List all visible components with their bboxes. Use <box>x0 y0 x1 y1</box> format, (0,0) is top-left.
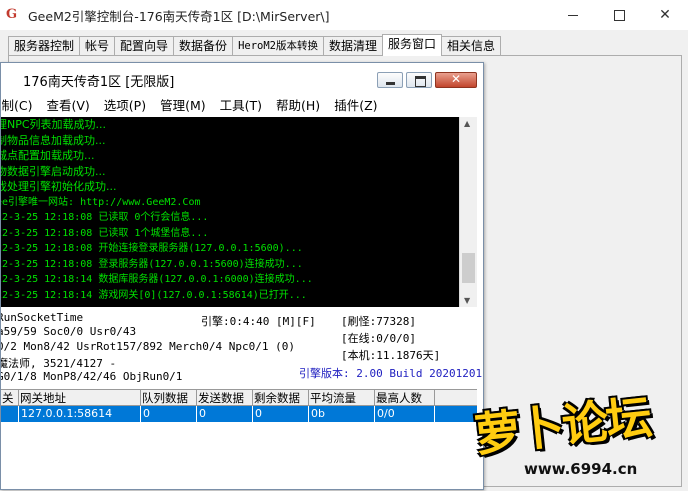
tab-bar: 服务器控制 帐号 配置向导 数据备份 HeroM2版本转换 数据清理 服务窗口 … <box>8 34 502 56</box>
server-window-titlebar: 176南天传奇1区 [无限版] <box>1 63 483 93</box>
log-line: 22-3-25 12:18:14 数据库服务器(127.0.0.1:6000)连… <box>1 274 313 285</box>
status-line3: 0/2 Mon8/42 UsrRot157/892 Merch0/4 Npc0/… <box>0 340 296 353</box>
tab-account[interactable]: 帐号 <box>79 36 116 56</box>
table-cell: 0/0 <box>375 406 435 422</box>
inner-close-button[interactable] <box>435 72 477 88</box>
log-line: 22-3-25 12:18:08 已读取 1个城堡信息... <box>1 227 209 239</box>
inner-maximize-button[interactable] <box>406 72 432 88</box>
status-line2: a59/59 Soc0/0 Usr0/43 <box>0 325 137 338</box>
status-line4: 魔法师, 3521/4127 - <box>0 357 117 370</box>
tab-herom2-convert[interactable]: HeroM2版本转换 <box>232 36 324 56</box>
menu-tools[interactable]: 工具(T) <box>220 95 262 114</box>
inner-minimize-button[interactable] <box>377 72 403 88</box>
col-header[interactable]: 最高人数 <box>375 390 435 406</box>
table-cell: 0 <box>253 406 309 422</box>
log-line: 22-3-25 12:18:14 游戏网关[0](127.0.0.1:58614… <box>1 289 307 301</box>
close-button[interactable]: ✕ <box>642 0 688 30</box>
log-console[interactable]: 理NPC列表加载成功... 制物品信息加载成功... 城点配置加载成功... 物… <box>1 117 459 307</box>
log-line: 戏处理引擎初始化成功... <box>1 180 117 193</box>
col-header[interactable]: 剩余数据 <box>253 390 309 406</box>
table-cell <box>1 406 19 422</box>
tab-config-wizard[interactable]: 配置向导 <box>114 36 175 56</box>
log-line: 22-3-25 12:18:08 开始连接登录服务器(127.0.0.1:560… <box>1 243 303 254</box>
status-refresh: [刷怪:77328] <box>341 315 416 328</box>
status-online: [在线:0/0/0] <box>341 332 416 345</box>
tab-related-info[interactable]: 相关信息 <box>441 36 502 56</box>
status-panel: RunSocketTime 引擎:0:4:40 [M][F] [刷怪:77328… <box>0 309 482 385</box>
log-line: 22-3-25 12:18:08 已读取 0个行会信息... <box>1 212 209 223</box>
log-scrollbar[interactable]: ▲ ▼ <box>459 117 477 307</box>
menu-manage[interactable]: 管理(M) <box>160 95 206 114</box>
tab-service-window[interactable]: 服务窗口 <box>382 34 443 56</box>
table-cell: 0 <box>197 406 253 422</box>
log-line: 物数据引擎启动成功... <box>1 164 106 178</box>
app-logo-icon: G <box>6 7 18 22</box>
menu-view[interactable]: 查看(V) <box>46 95 89 114</box>
menu-control[interactable]: 控制(C) <box>1 95 32 114</box>
table-cell: 0 <box>141 406 197 422</box>
gateway-table[interactable]: 关 网关地址 队列数据 发送数据 剩余数据 平均流量 最高人数 127.0.0.… <box>1 389 477 489</box>
col-header[interactable]: 发送数据 <box>197 390 253 406</box>
scroll-thumb[interactable] <box>462 253 475 283</box>
watermark-brand: 萝卜论坛 <box>471 389 653 463</box>
log-line: 理NPC列表加载成功... <box>1 118 107 131</box>
col-header[interactable]: 关 <box>1 390 19 406</box>
status-runsocket: RunSocketTime <box>0 311 84 324</box>
tab-data-backup[interactable]: 数据备份 <box>173 36 234 56</box>
tab-data-cleanup[interactable]: 数据清理 <box>323 36 384 56</box>
status-version: 引擎版本: 2.00 Build 20201201 <box>299 367 483 380</box>
col-header[interactable]: 队列数据 <box>141 390 197 406</box>
status-engine-time: 引擎:0:4:40 [M][F] <box>201 315 316 328</box>
watermark-url: www.6994.cn <box>524 460 638 478</box>
scroll-down-icon[interactable]: ▼ <box>464 296 470 305</box>
log-line: 城点配置加载成功... <box>1 149 95 162</box>
tab-server-control[interactable]: 服务器控制 <box>8 36 81 56</box>
col-header[interactable]: 平均流量 <box>309 390 375 406</box>
server-window: 176南天传奇1区 [无限版] 控制(C) 查看(V) 选项(P) 管理(M) … <box>0 62 484 490</box>
menu-plugins[interactable]: 插件(Z) <box>334 95 377 114</box>
status-local: [本机:11.1876天] <box>341 349 441 362</box>
scroll-up-icon[interactable]: ▲ <box>464 119 470 128</box>
table-cell: 127.0.0.1:58614 <box>19 406 141 422</box>
window-titlebar: G GeeM2引擎控制台-176南天传奇1区 [D:\MirServer\] ✕ <box>0 0 688 30</box>
menu-options[interactable]: 选项(P) <box>104 95 146 114</box>
server-window-title: 176南天传奇1区 [无限版] <box>23 75 175 90</box>
table-cell: 0b <box>309 406 375 422</box>
watermark-logo: 萝卜论坛 www.6994.cn <box>452 388 680 486</box>
maximize-button[interactable] <box>596 0 642 30</box>
menu-help[interactable]: 帮助(H) <box>276 95 320 114</box>
table-row[interactable]: 127.0.0.1:58614 0 0 0 0b 0/0 <box>1 406 477 422</box>
log-line: ee引擎唯一网站: http://www.GeeM2.Com <box>1 196 201 208</box>
col-header[interactable]: 网关地址 <box>19 390 141 406</box>
log-line: 制物品信息加载成功... <box>1 133 106 147</box>
status-line5: G0/1/8 MonP8/42/46 ObjRun0/1 <box>0 370 183 383</box>
window-title: GeeM2引擎控制台-176南天传奇1区 [D:\MirServer\] <box>28 8 330 24</box>
table-header: 关 网关地址 队列数据 发送数据 剩余数据 平均流量 最高人数 <box>1 390 477 406</box>
minimize-button[interactable] <box>550 0 596 30</box>
log-line: 22-3-25 12:18:08 登录服务器(127.0.0.1:5600)连接… <box>1 258 303 270</box>
menu-bar: 控制(C) 查看(V) 选项(P) 管理(M) 工具(T) 帮助(H) 插件(Z… <box>1 93 483 115</box>
